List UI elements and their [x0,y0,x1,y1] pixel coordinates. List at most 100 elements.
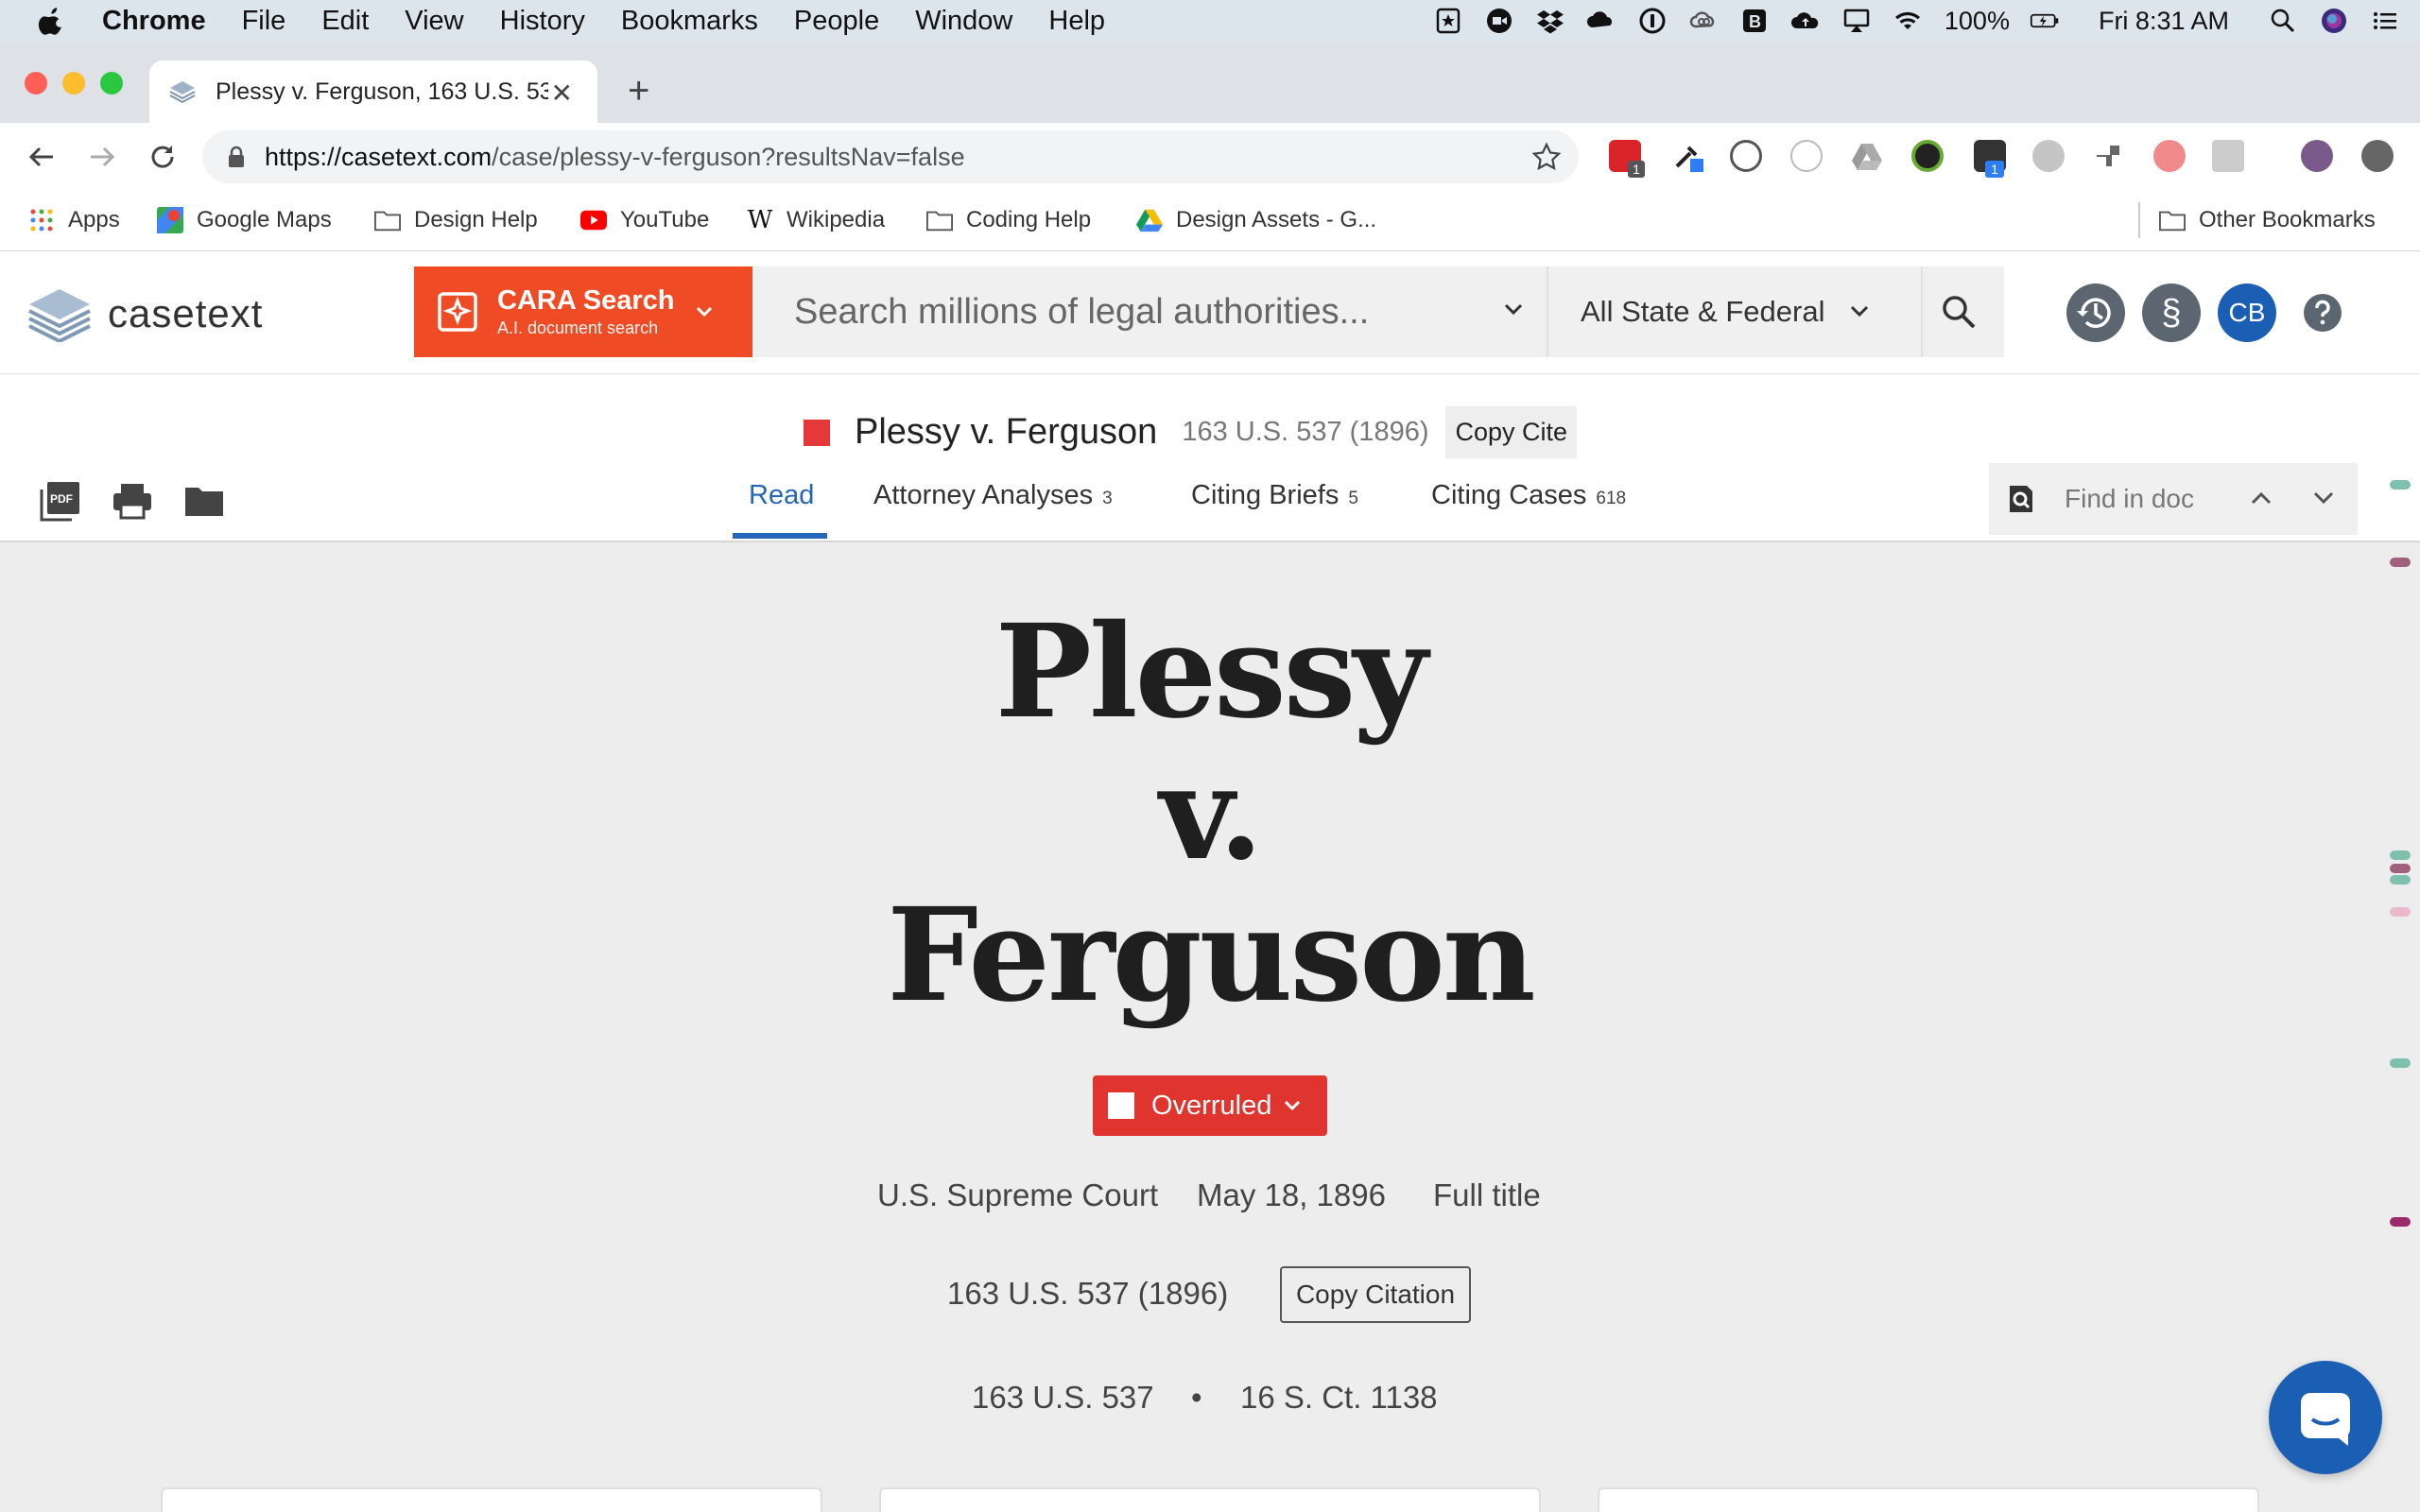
reload-button[interactable] [142,136,183,178]
search-input[interactable]: Search millions of legal authorities... [794,292,1369,333]
full-title-link[interactable]: Full title [1433,1177,1541,1213]
statutes-button[interactable]: § [2142,284,2201,342]
menu-help[interactable]: Help [1048,6,1105,37]
json-extension-icon[interactable] [1790,140,1823,172]
tab-citing-briefs[interactable]: Citing Briefs 5 [1191,480,1358,511]
scroll-marker[interactable] [2390,1058,2411,1068]
back-button[interactable] [21,136,62,178]
summary-card[interactable] [1598,1487,2259,1512]
scroll-marker[interactable] [2390,558,2411,567]
menu-people[interactable]: People [794,6,879,37]
casetext-logo[interactable]: casetext [26,285,263,342]
menu-window[interactable]: Window [915,6,1012,37]
bookmark-design-assets[interactable]: Design Assets - G... [1136,204,1376,236]
bookmark-app-icon[interactable] [1432,7,1464,35]
copy-citation-button[interactable]: Copy Citation [1280,1266,1471,1323]
window-minimize-button[interactable] [62,72,85,94]
scroll-marker[interactable] [2390,875,2411,885]
bookmark-google-maps[interactable]: Google Maps [157,204,332,236]
forward-button[interactable] [81,136,123,178]
find-next-chevron-icon[interactable] [2312,490,2335,507]
url-text[interactable]: https://casetext.com/case/plessy-v-fergu… [265,143,965,172]
bookmark-design-help[interactable]: Design Help [374,204,538,236]
scroll-marker[interactable] [2390,864,2411,873]
update-extension-icon[interactable] [2361,140,2394,172]
cloud-app-icon[interactable] [1585,7,1617,35]
search-icon[interactable] [1940,293,1978,331]
chat-support-button[interactable] [2269,1361,2382,1474]
find-previous-chevron-icon[interactable] [2250,490,2273,507]
menu-app-name[interactable]: Chrome [102,6,206,37]
1password-icon[interactable] [1636,7,1668,35]
creative-cloud-icon[interactable] [1687,7,1720,35]
window-close-button[interactable] [25,72,47,94]
print-icon[interactable] [112,480,153,522]
pink-extension-icon[interactable] [2153,140,2186,172]
tab-close-icon[interactable]: ✕ [551,77,573,109]
tab-read[interactable]: Read [749,480,814,511]
summary-card[interactable] [161,1487,822,1512]
folder-icon [2159,207,2186,233]
copy-cite-button[interactable]: Copy Cite [1445,406,1578,458]
summary-card[interactable] [879,1487,1541,1512]
bookmark-coding-help[interactable]: Coding Help [926,204,1091,236]
color-picker-extension-icon[interactable] [1671,140,1703,172]
browser-tab-active[interactable]: Plessy v. Ferguson, 163 U.S. 537 ✕ [149,60,597,123]
scroll-marker[interactable] [2390,480,2411,490]
official-citation: 163 U.S. 537 (1896) [947,1276,1229,1311]
bookmark-wikipedia[interactable]: W Wikipedia [747,204,885,236]
lens-extension-icon[interactable] [1911,140,1944,172]
tab-label: Citing Cases [1431,480,1587,510]
wifi-icon[interactable] [1892,7,1924,35]
dropbox-icon[interactable] [1534,7,1566,35]
battery-icon[interactable] [2029,7,2061,35]
grammarly-extension-icon[interactable] [2212,140,2244,172]
history-button[interactable] [2066,284,2125,342]
scroll-marker[interactable] [2390,1217,2411,1227]
address-bar[interactable]: https://casetext.com/case/plessy-v-fergu… [202,130,1579,183]
siri-icon[interactable] [2318,7,2350,35]
google-drive-extension-icon[interactable] [1851,140,1883,172]
grey-extension-icon[interactable] [2032,140,2065,172]
scroll-marker[interactable] [2390,907,2411,917]
scroll-marker[interactable] [2390,850,2411,860]
1password-extension-icon[interactable] [1730,140,1762,172]
notification-center-icon[interactable] [2369,7,2401,35]
spotlight-search-icon[interactable] [2267,7,2299,35]
find-in-doc-input[interactable]: Find in doc [2065,484,2194,514]
pdf-download-icon[interactable]: PDF [40,480,81,522]
reporter-citation: 16 S. Ct. 1138 [1240,1380,1438,1415]
help-button[interactable] [2293,284,2352,342]
bookmark-apps[interactable]: Apps [28,204,120,236]
jurisdiction-select[interactable]: All State & Federal [1581,266,1870,357]
pin-extension-icon[interactable] [2093,140,2125,172]
profile-avatar[interactable] [2301,140,2333,172]
status-badge-overruled[interactable]: Overruled [1093,1075,1327,1136]
tab-attorney-analyses[interactable]: Attorney Analyses 3 [873,480,1113,511]
tab-citing-cases[interactable]: Citing Cases 618 [1431,480,1626,511]
menu-bookmarks[interactable]: Bookmarks [621,6,758,37]
cara-search-button[interactable]: CARA Search A.I. document search [414,266,752,357]
bookmark-star-icon[interactable] [1531,142,1562,172]
window-zoom-button[interactable] [100,72,123,94]
user-avatar[interactable]: CB [2218,284,2276,342]
reload-icon [151,146,174,168]
search-options-chevron-icon[interactable] [1503,302,1524,318]
document-citation: 163 U.S. 537 (1896) [1182,417,1429,447]
decision-date: May 18, 1896 [1197,1177,1386,1212]
menu-history[interactable]: History [500,6,585,37]
upload-cloud-icon[interactable] [1789,7,1822,35]
new-tab-button[interactable]: + [628,70,649,112]
bookmark-youtube[interactable]: YouTube [580,204,709,236]
bookmark-other-bookmarks[interactable]: Other Bookmarks [2159,204,2376,236]
brave-app-icon[interactable]: B [1738,7,1771,35]
menu-edit[interactable]: Edit [321,6,369,37]
menu-file[interactable]: File [242,6,286,37]
airplay-icon[interactable] [1841,7,1873,35]
apple-icon[interactable] [38,6,66,36]
folder-save-icon[interactable] [183,480,225,522]
menu-view[interactable]: View [405,6,463,37]
lock-icon[interactable] [227,146,246,168]
menubar-clock[interactable]: Fri 8:31 AM [2099,7,2229,36]
zoom-video-icon[interactable] [1483,7,1515,35]
